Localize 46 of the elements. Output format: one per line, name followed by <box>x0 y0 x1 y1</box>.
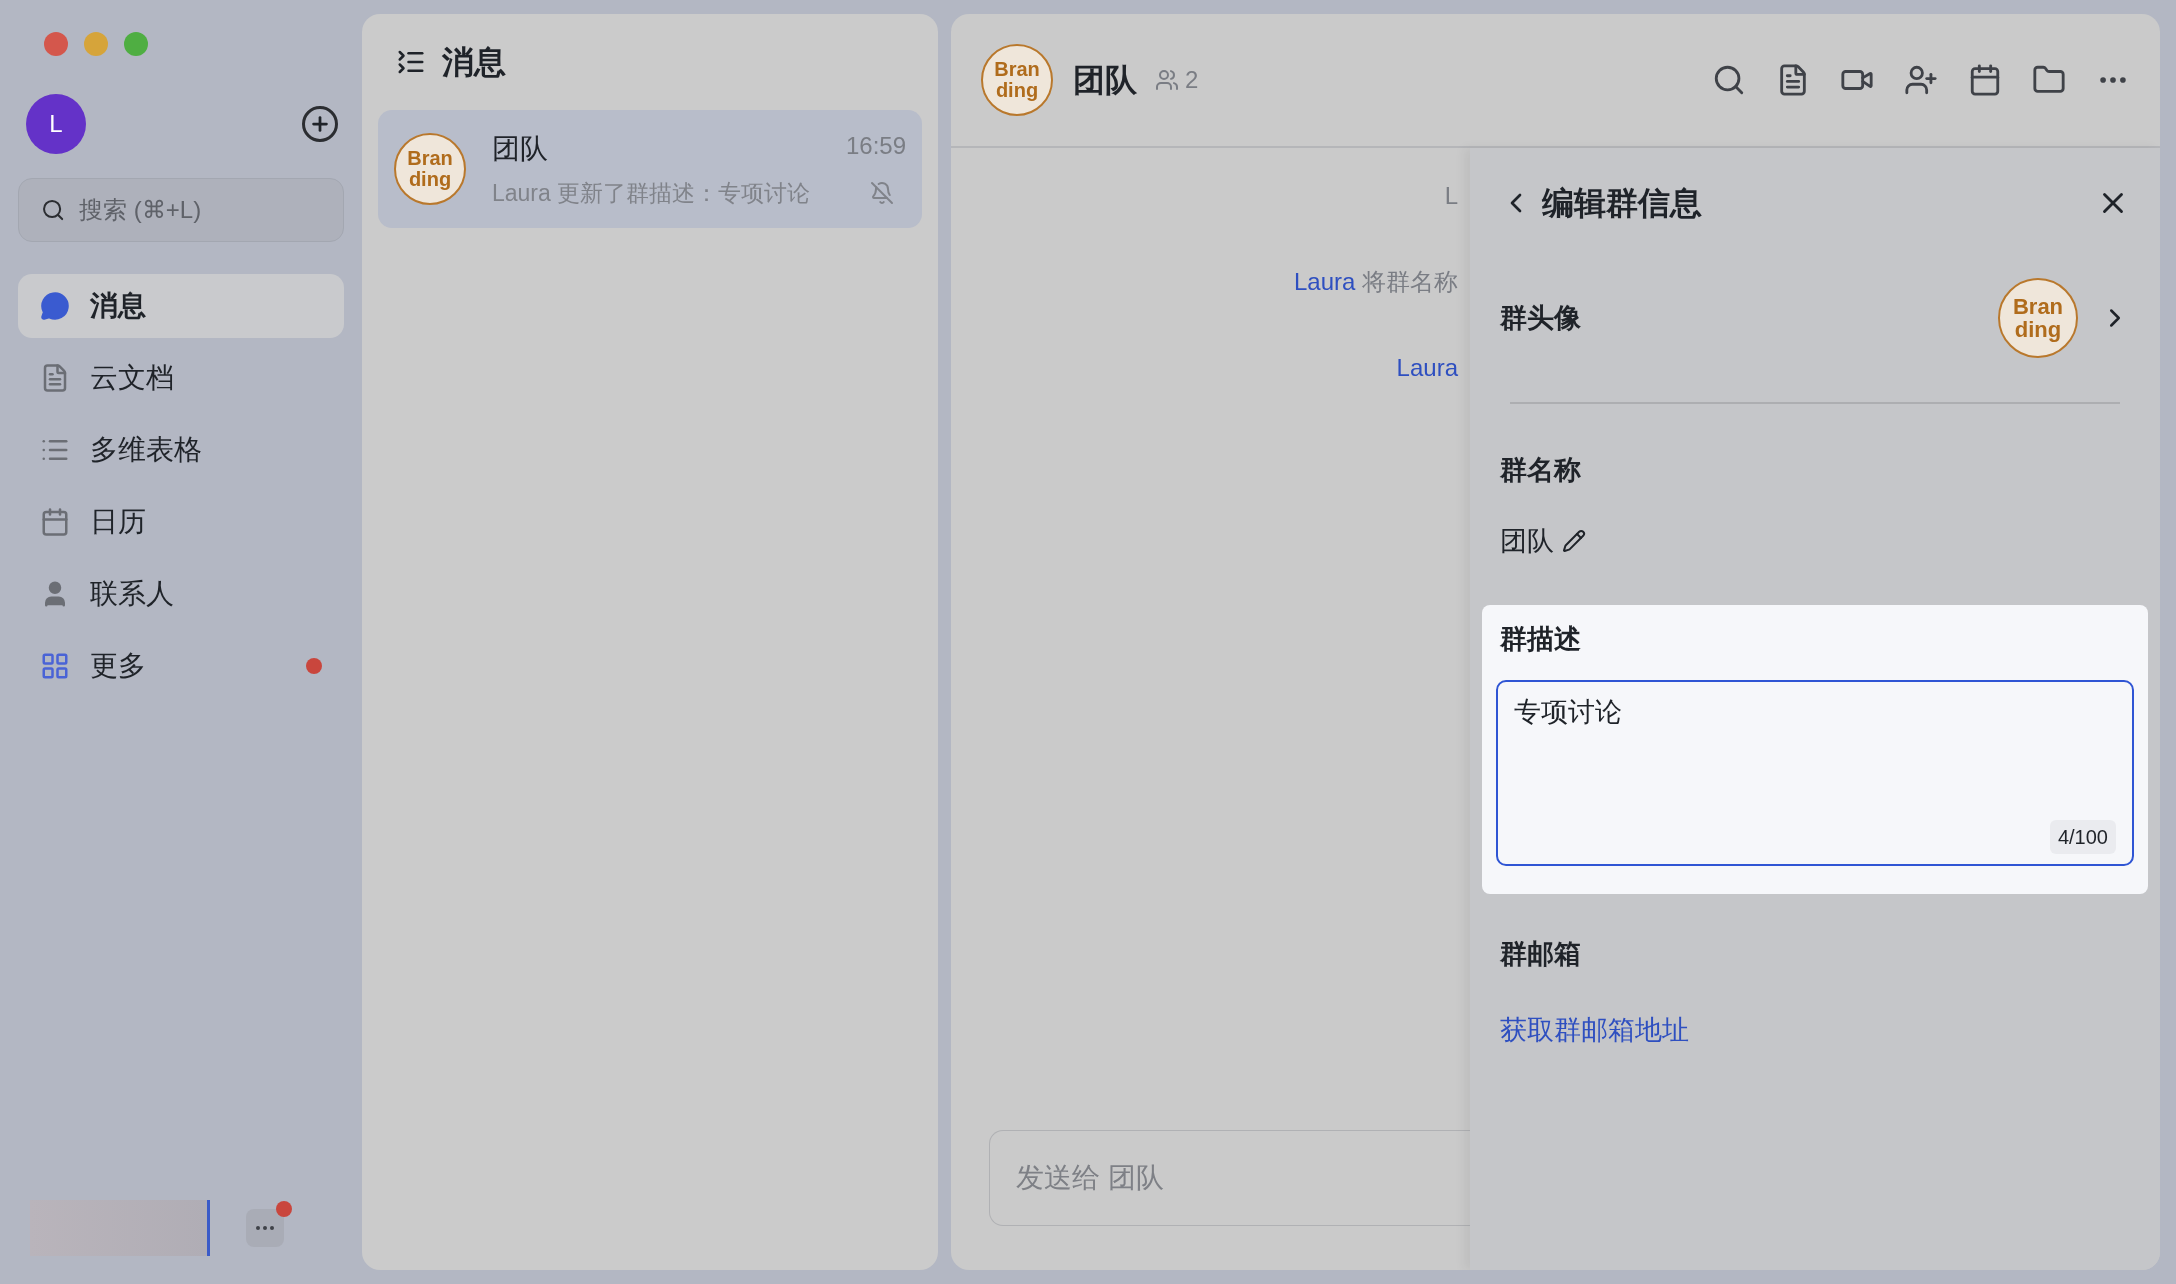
section-label: 群名称 <box>1499 454 1582 487</box>
system-message: L <box>1444 181 1459 211</box>
get-mailbox-link[interactable]: 获取群邮箱地址 <box>1482 1010 1707 1051</box>
more-button[interactable] <box>246 1209 284 1247</box>
panel-title: 编辑群信息 <box>1542 184 1703 223</box>
message-input-text[interactable]: 发送给 团队 <box>1016 1157 1444 1199</box>
character-count: 4/100 <box>2049 819 2116 854</box>
group-avatar: Bran ding <box>1998 278 2078 358</box>
nav-item[interactable]: 云文档 <box>18 346 344 410</box>
chat-preview: Laura 更新了群描述：专项讨论 <box>492 178 811 208</box>
description-text[interactable]: 专项讨论 <box>1514 691 2116 820</box>
search-icon[interactable] <box>1712 63 1746 97</box>
section-label: 群邮箱 <box>1499 937 1582 971</box>
nav-item[interactable]: 日历 <box>18 490 344 554</box>
calendar-icon <box>40 507 70 537</box>
group-avatar: Bran ding <box>981 44 1053 116</box>
nav-item[interactable]: 联系人 <box>18 562 344 626</box>
calendar-icon[interactable] <box>1968 63 2002 97</box>
add-person-icon[interactable] <box>1904 63 1938 97</box>
nav-item[interactable]: 多维表格 <box>18 418 344 482</box>
search-field[interactable]: 搜索 (⌘+L) <box>18 178 344 242</box>
section-label: 群头像 <box>1500 301 1582 335</box>
members-icon <box>1155 68 1179 92</box>
description-field[interactable]: 专项讨论 4/100 <box>1496 679 2134 866</box>
section-label: 群描述 <box>1499 623 1582 656</box>
chat-name: 团队 <box>492 131 548 166</box>
more-icon <box>256 1226 274 1230</box>
user-avatar[interactable]: L <box>26 94 86 154</box>
group-name: 团队 <box>1500 524 1554 558</box>
system-message: Laura 将群名称 <box>1293 267 1459 297</box>
search-input[interactable]: 搜索 (⌘+L) <box>79 192 321 228</box>
plus-icon <box>309 113 331 135</box>
apps-icon <box>40 651 70 681</box>
edit-pencil-icon[interactable] <box>1562 528 1586 553</box>
nav-item[interactable]: 消息 <box>18 274 344 338</box>
nav-item[interactable]: 更多 <box>18 634 344 698</box>
chat-bubbles-icon <box>40 291 70 321</box>
add-button[interactable] <box>302 106 338 142</box>
chat-item[interactable]: Bran ding 团队 16:59 Laura 更新了群描述：专项讨论 <box>378 110 922 228</box>
chat-title: 团队 <box>1073 61 1137 100</box>
system-message: Laura <box>1396 353 1459 383</box>
member-count: 2 <box>1185 65 1199 95</box>
message-input[interactable]: 发送给 团队 <box>989 1130 1470 1226</box>
chat-time: 16:59 <box>845 130 906 161</box>
group-avatar: Bran ding <box>394 133 466 205</box>
list-title: 消息 <box>442 43 506 82</box>
